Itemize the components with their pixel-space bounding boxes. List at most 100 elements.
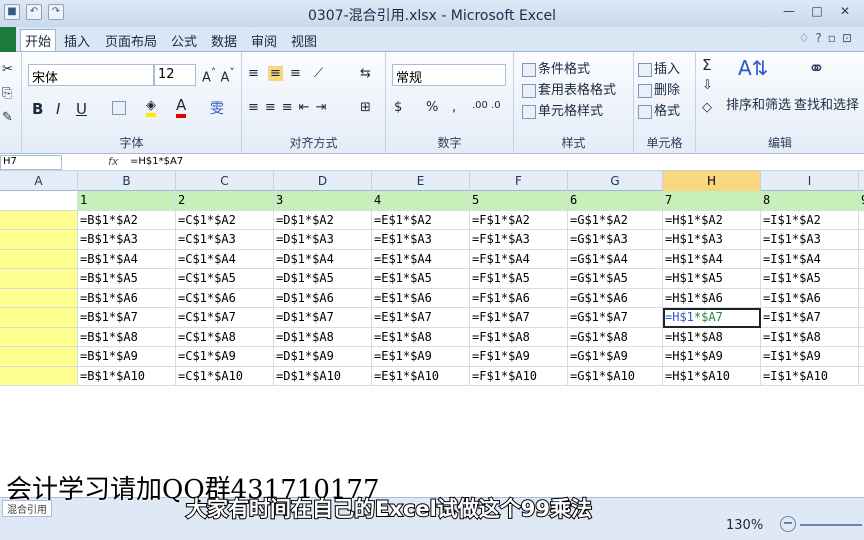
cell[interactable]: =E$1*$A9 <box>372 347 470 367</box>
zoom-level[interactable]: 130% <box>726 518 763 533</box>
cell[interactable] <box>859 230 864 250</box>
cell[interactable]: 6 <box>568 191 663 211</box>
help-icon[interactable]: ♢?▫⊡ <box>799 31 858 45</box>
column-header-j[interactable]: J <box>859 171 864 191</box>
sort-filter-icon[interactable]: A⇅ <box>738 56 768 80</box>
column-header-i[interactable]: I <box>761 171 859 191</box>
percent-icon[interactable]: % <box>426 100 438 115</box>
close-button[interactable]: ✕ <box>832 2 858 20</box>
cell[interactable]: =C$1*$A8 <box>176 327 274 347</box>
tab-home[interactable]: 开始 <box>20 29 57 51</box>
cell[interactable] <box>859 367 864 386</box>
cell[interactable]: =B$1*$A7 <box>78 308 176 328</box>
cell[interactable]: =E$1*$A2 <box>372 210 470 230</box>
cell[interactable] <box>0 327 78 347</box>
cell[interactable]: =I$1*$A8 <box>761 327 859 347</box>
cell[interactable]: =B$1*$A3 <box>78 230 176 250</box>
decimal-icon[interactable]: .00 .0 <box>472 100 501 111</box>
merge-icon[interactable]: ⊞ <box>360 100 371 115</box>
cell[interactable]: =E$1*$A7 <box>372 308 470 328</box>
cell[interactable]: =G$1*$A5 <box>568 269 663 289</box>
cell[interactable]: =D$1*$A9 <box>274 347 372 367</box>
cell[interactable]: =H$1*$A4 <box>663 249 761 269</box>
format-as-table-button[interactable]: 套用表格格式 <box>522 79 616 98</box>
zoom-out-button[interactable]: − <box>780 516 796 532</box>
cell[interactable]: =F$1*$A8 <box>470 327 568 347</box>
cell[interactable]: =F$1*$A4 <box>470 249 568 269</box>
cell[interactable]: =G$1*$A6 <box>568 288 663 308</box>
cell[interactable]: =G$1*$A3 <box>568 230 663 250</box>
cell[interactable]: 2 <box>176 191 274 211</box>
cell[interactable]: =C$1*$A6 <box>176 288 274 308</box>
cell[interactable]: =F$1*$A9 <box>470 347 568 367</box>
cell[interactable]: =C$1*$A5 <box>176 269 274 289</box>
font-name-select[interactable]: 宋体 <box>28 64 154 86</box>
cell[interactable]: 1 <box>78 191 176 211</box>
cell[interactable]: =F$1*$A10 <box>470 366 568 386</box>
phonetic-icon[interactable]: 雯 <box>210 98 224 118</box>
cell[interactable] <box>0 269 78 289</box>
cell[interactable] <box>859 308 864 328</box>
insert-button[interactable]: 插入 <box>638 58 680 77</box>
tab-page-layout[interactable]: 页面布局 <box>105 31 157 50</box>
copy-icon[interactable]: ⎘ <box>2 86 12 101</box>
cell[interactable]: =F$1*$A6 <box>470 288 568 308</box>
tab-view[interactable]: 视图 <box>291 31 317 50</box>
cell[interactable]: =B$1*$A9 <box>78 347 176 367</box>
orientation-icon[interactable]: ⟋ <box>314 66 323 81</box>
format-painter-icon[interactable]: ✎ <box>2 110 13 125</box>
cell[interactable]: =E$1*$A8 <box>372 327 470 347</box>
tab-review[interactable]: 审阅 <box>251 31 277 50</box>
wrap-text-icon[interactable]: ⇆ <box>360 66 371 81</box>
tab-data[interactable]: 数据 <box>211 31 237 50</box>
cell[interactable] <box>0 210 78 230</box>
border-icon[interactable] <box>112 100 128 115</box>
cell[interactable]: =C$1*$A10 <box>176 366 274 386</box>
cell[interactable]: =E$1*$A4 <box>372 249 470 269</box>
cell[interactable]: =H$1*$A2 <box>663 210 761 230</box>
tab-formulas[interactable]: 公式 <box>171 31 197 50</box>
cell[interactable]: 5 <box>470 191 568 211</box>
autosum-icon[interactable]: Σ <box>702 56 711 74</box>
cell[interactable] <box>859 269 864 289</box>
cell[interactable]: =D$1*$A8 <box>274 327 372 347</box>
cell[interactable]: =D$1*$A7 <box>274 308 372 328</box>
cell[interactable]: =H$1*$A10 <box>663 366 761 386</box>
cell[interactable] <box>859 347 864 367</box>
align-middle-icon[interactable]: ≡ <box>268 66 283 81</box>
formula-input[interactable]: =H$1*$A7 <box>130 156 183 167</box>
align-bottom-icon[interactable]: ≡ <box>290 66 301 81</box>
italic-button[interactable]: I <box>56 100 60 118</box>
cell[interactable] <box>0 288 78 308</box>
delete-button[interactable]: 删除 <box>638 79 680 98</box>
maximize-button[interactable]: □ <box>804 2 830 20</box>
column-header-b[interactable]: B <box>78 171 176 191</box>
number-format-select[interactable]: 常规 <box>392 64 506 86</box>
cell[interactable]: =H$1*$A8 <box>663 327 761 347</box>
cell[interactable] <box>859 250 864 269</box>
cell[interactable]: =I$1*$A7 <box>761 308 859 328</box>
cell[interactable]: =D$1*$A6 <box>274 288 372 308</box>
cell[interactable]: =E$1*$A5 <box>372 269 470 289</box>
format-button[interactable]: 格式 <box>638 100 680 119</box>
underline-button[interactable]: U <box>76 100 87 118</box>
fx-icon[interactable]: fx <box>108 155 118 168</box>
cell[interactable]: =C$1*$A2 <box>176 210 274 230</box>
cell[interactable]: 7 <box>663 191 761 211</box>
worksheet-grid[interactable]: 123456789=B$1*$A2=C$1*$A2=D$1*$A2=E$1*$A… <box>0 191 864 387</box>
cell[interactable]: =I$1*$A6 <box>761 288 859 308</box>
cell[interactable]: =I$1*$A3 <box>761 230 859 250</box>
cell[interactable]: =H$1*$A6 <box>663 288 761 308</box>
cell[interactable]: =B$1*$A2 <box>78 210 176 230</box>
cell[interactable]: =E$1*$A6 <box>372 288 470 308</box>
cell[interactable]: =B$1*$A10 <box>78 366 176 386</box>
cell[interactable]: =B$1*$A5 <box>78 269 176 289</box>
cell-styles-button[interactable]: 单元格样式 <box>522 100 603 119</box>
active-cell[interactable]: =H$1*$A7 <box>663 308 761 328</box>
cell[interactable]: =F$1*$A3 <box>470 230 568 250</box>
cell[interactable] <box>859 211 864 230</box>
cell[interactable]: =G$1*$A7 <box>568 308 663 328</box>
cell[interactable]: =I$1*$A5 <box>761 269 859 289</box>
cell[interactable]: =I$1*$A2 <box>761 210 859 230</box>
comma-icon[interactable]: , <box>452 100 456 115</box>
